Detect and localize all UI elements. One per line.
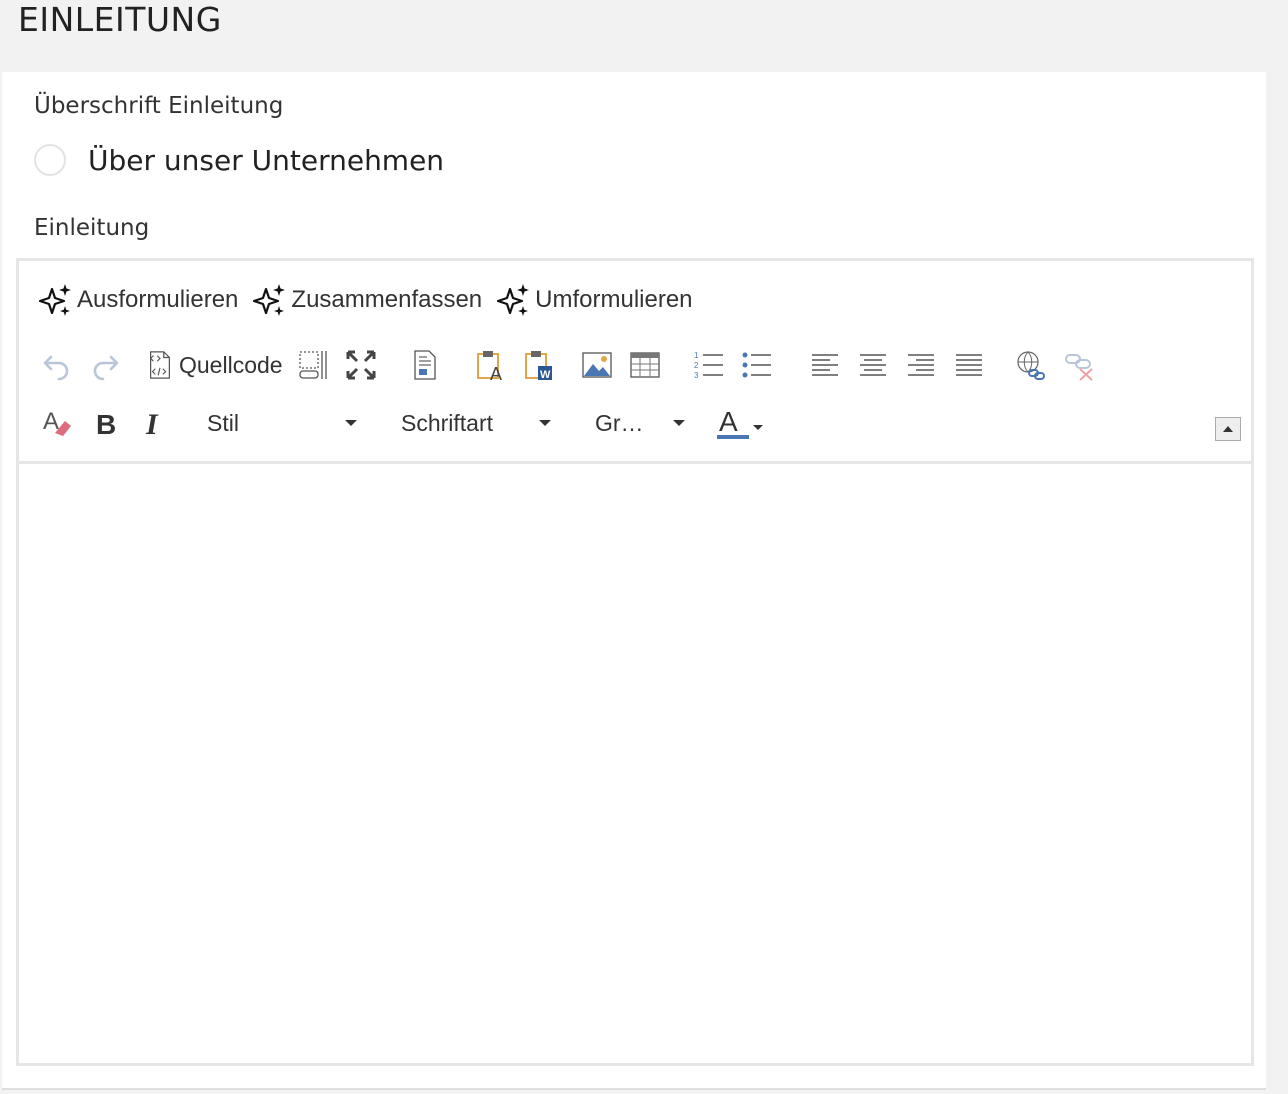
ausformulieren-label: Ausformulieren: [77, 286, 239, 313]
italic-button[interactable]: I: [133, 403, 173, 443]
heading-option[interactable]: Über unser Unternehmen: [34, 140, 444, 180]
heading-field-label: Überschrift Einleitung: [34, 93, 284, 119]
template-icon: [413, 350, 436, 380]
unlink-icon: [1064, 354, 1093, 381]
link-button[interactable]: [1011, 345, 1051, 385]
bulleted-list-button[interactable]: [737, 345, 777, 385]
show-blocks-button[interactable]: [293, 345, 333, 385]
maximize-icon: [346, 350, 376, 380]
unlink-button[interactable]: [1059, 345, 1099, 385]
style-dropdown[interactable]: Stil: [207, 410, 357, 437]
remove-format-icon: A: [43, 408, 71, 436]
paste-word-button[interactable]: W: [519, 345, 559, 385]
svg-text:A: A: [490, 364, 502, 381]
umformulieren-button[interactable]: Umformulieren: [497, 283, 693, 317]
paste-word-icon: W: [524, 351, 552, 381]
paste-text-icon: A: [476, 351, 502, 381]
remove-format-button[interactable]: A: [37, 403, 77, 443]
rich-text-editor: Ausformulieren Zusammenfassen Umformulie…: [16, 258, 1254, 1066]
numbered-list-icon: 1 2 3: [694, 351, 723, 380]
zusammenfassen-button[interactable]: Zusammenfassen: [253, 283, 482, 317]
toolbar-row-2: A B I Stil Schriftart Gr… A: [37, 403, 767, 443]
align-center-icon: [859, 354, 886, 376]
bold-button[interactable]: B: [85, 403, 125, 443]
font-dropdown[interactable]: Schriftart: [401, 410, 551, 437]
editor-toolbar: Ausformulieren Zusammenfassen Umformulie…: [19, 261, 1251, 464]
size-dropdown[interactable]: Gr…: [595, 410, 685, 437]
size-dropdown-label: Gr…: [595, 409, 644, 436]
section-title: EINLEITUNG: [18, 0, 222, 39]
heading-option-radio[interactable]: [34, 144, 66, 176]
text-color-button[interactable]: A: [715, 403, 767, 443]
style-dropdown-label: Stil: [207, 409, 239, 436]
align-left-icon: [811, 354, 838, 376]
source-code-icon: [149, 351, 170, 379]
link-icon: [1016, 351, 1045, 380]
italic-icon: I: [145, 408, 159, 439]
undo-button[interactable]: [37, 345, 77, 385]
sparkles-icon: [253, 284, 286, 316]
svg-text:A: A: [43, 408, 59, 435]
image-icon: [581, 352, 612, 378]
align-justify-button[interactable]: [949, 345, 989, 385]
numbered-list-button[interactable]: 1 2 3: [689, 345, 729, 385]
undo-icon: [43, 355, 69, 381]
chevron-down-icon: [673, 420, 685, 426]
chevron-up-icon: [1223, 426, 1233, 432]
align-left-button[interactable]: [805, 345, 845, 385]
table-button[interactable]: [625, 345, 665, 385]
toolbar-row-1: Quellcode A W 1 2 3: [37, 345, 1099, 385]
source-code-label: Quellcode: [179, 351, 283, 378]
ausformulieren-button[interactable]: Ausformulieren: [39, 283, 238, 317]
table-icon: [629, 352, 660, 378]
sparkles-icon: [497, 284, 530, 316]
font-dropdown-label: Schriftart: [401, 409, 494, 436]
bulleted-list-icon: [742, 352, 771, 378]
toolbar-collapse-button[interactable]: [1215, 417, 1241, 441]
editor-content-area[interactable]: [19, 464, 1251, 1063]
svg-text:W: W: [540, 369, 551, 381]
zusammenfassen-label: Zusammenfassen: [291, 286, 483, 313]
svg-text:B: B: [96, 409, 116, 439]
paste-text-button[interactable]: A: [471, 345, 511, 385]
svg-text:3: 3: [694, 371, 699, 380]
heading-option-label: Über unser Unternehmen: [88, 143, 445, 177]
ai-actions: Ausformulieren Zusammenfassen Umformulie…: [39, 283, 708, 317]
image-button[interactable]: [577, 345, 617, 385]
bold-icon: B: [96, 409, 116, 439]
redo-button[interactable]: [85, 345, 125, 385]
templates-button[interactable]: [405, 345, 445, 385]
svg-text:A: A: [719, 407, 738, 437]
chevron-down-icon: [345, 420, 357, 426]
align-right-button[interactable]: [901, 345, 941, 385]
svg-text:2: 2: [694, 361, 699, 370]
redo-icon: [93, 355, 119, 381]
show-blocks-icon: [298, 351, 327, 379]
text-color-icon: A: [717, 407, 763, 439]
maximize-button[interactable]: [341, 345, 381, 385]
align-justify-icon: [955, 354, 982, 376]
svg-text:1: 1: [694, 351, 699, 360]
sparkles-icon: [39, 284, 71, 316]
intro-field-label: Einleitung: [34, 215, 150, 241]
form-card: Überschrift Einleitung Über unser Untern…: [2, 72, 1266, 1090]
svg-text:I: I: [145, 408, 159, 439]
chevron-down-icon: [539, 420, 551, 426]
align-right-icon: [907, 354, 934, 376]
align-center-button[interactable]: [853, 345, 893, 385]
source-code-button[interactable]: Quellcode: [145, 349, 283, 381]
umformulieren-label: Umformulieren: [535, 286, 693, 313]
